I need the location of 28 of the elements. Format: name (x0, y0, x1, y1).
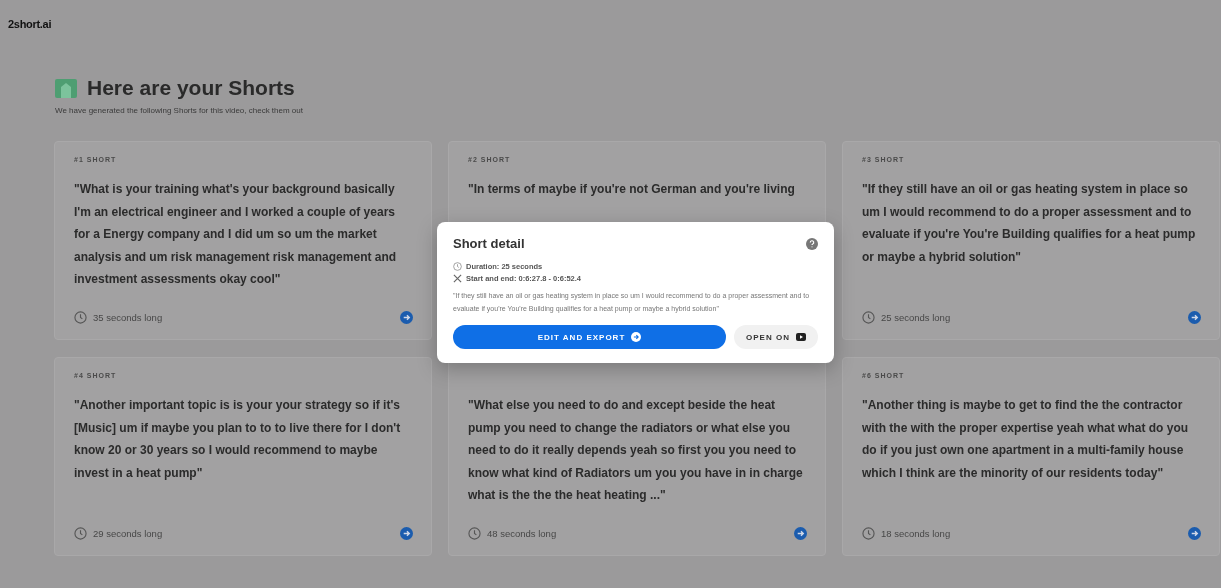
short-duration: 35 seconds long (93, 311, 163, 323)
short-duration: 29 seconds long (93, 527, 163, 539)
short-duration: 18 seconds long (881, 527, 951, 539)
short-duration: 48 seconds long (487, 527, 557, 539)
clock-icon (74, 526, 87, 540)
page-title: Here are your Shorts (87, 76, 295, 100)
logo: 2short.ai (7, 17, 53, 32)
play-icon (795, 333, 806, 341)
edit-and-export-button[interactable]: EDIT AND EXPORT (453, 325, 726, 349)
clock-icon (453, 262, 462, 271)
short-quote: "What is your training what's your background basically I'm an electrical engineer and I worked a couple of years for a Energy company and I did um so um the market analysis and um risk management risk management and investment assessments okay cool" (74, 181, 398, 288)
short-quote: "Another important topic is is your your strategy so if it's [Music] um if maybe you plan to to to live there for I don't know 20 or 30 years so I would recommend to maybe invest in a heat pump" (74, 397, 402, 482)
arrow-icon (631, 332, 642, 342)
short-quote: "If they still have an oil or gas heating system in place so um I would recommend to do a proper assessment and to evaluate if you're You're Building qualifies for a heat pump or maybe a hybrid solution" (862, 181, 1197, 266)
shorts-icon (55, 78, 77, 98)
short-quote: "What else you need to do and except beside the heat pump you need to change the radiators or what else you need to do it really depends yeah so first you you need to know what kind of Radiators um you you have in in charge what is the the the heat heating ..." (468, 397, 804, 504)
short-quote: "Another thing is maybe to get to find the the contractor with the with the proper expertise yeah what what do you do if you just own one apartment in a multi-family house which I think are the minority of our residents today" (862, 397, 1190, 482)
clock-icon (862, 310, 875, 324)
page-subtitle: We have generated the following Shorts for this video, check them out (55, 106, 304, 115)
dialog-title: Short detail (453, 236, 525, 251)
open-on-button[interactable]: OPEN ON (734, 325, 818, 349)
clock-icon (862, 526, 875, 540)
short-duration: 25 seconds long (881, 311, 951, 323)
scissors-icon (453, 274, 462, 283)
short-quote: "In terms of maybe if you're not German and you're living (468, 181, 796, 198)
clock-icon (74, 310, 87, 324)
clock-icon (468, 526, 481, 540)
help-icon[interactable] (806, 237, 818, 250)
